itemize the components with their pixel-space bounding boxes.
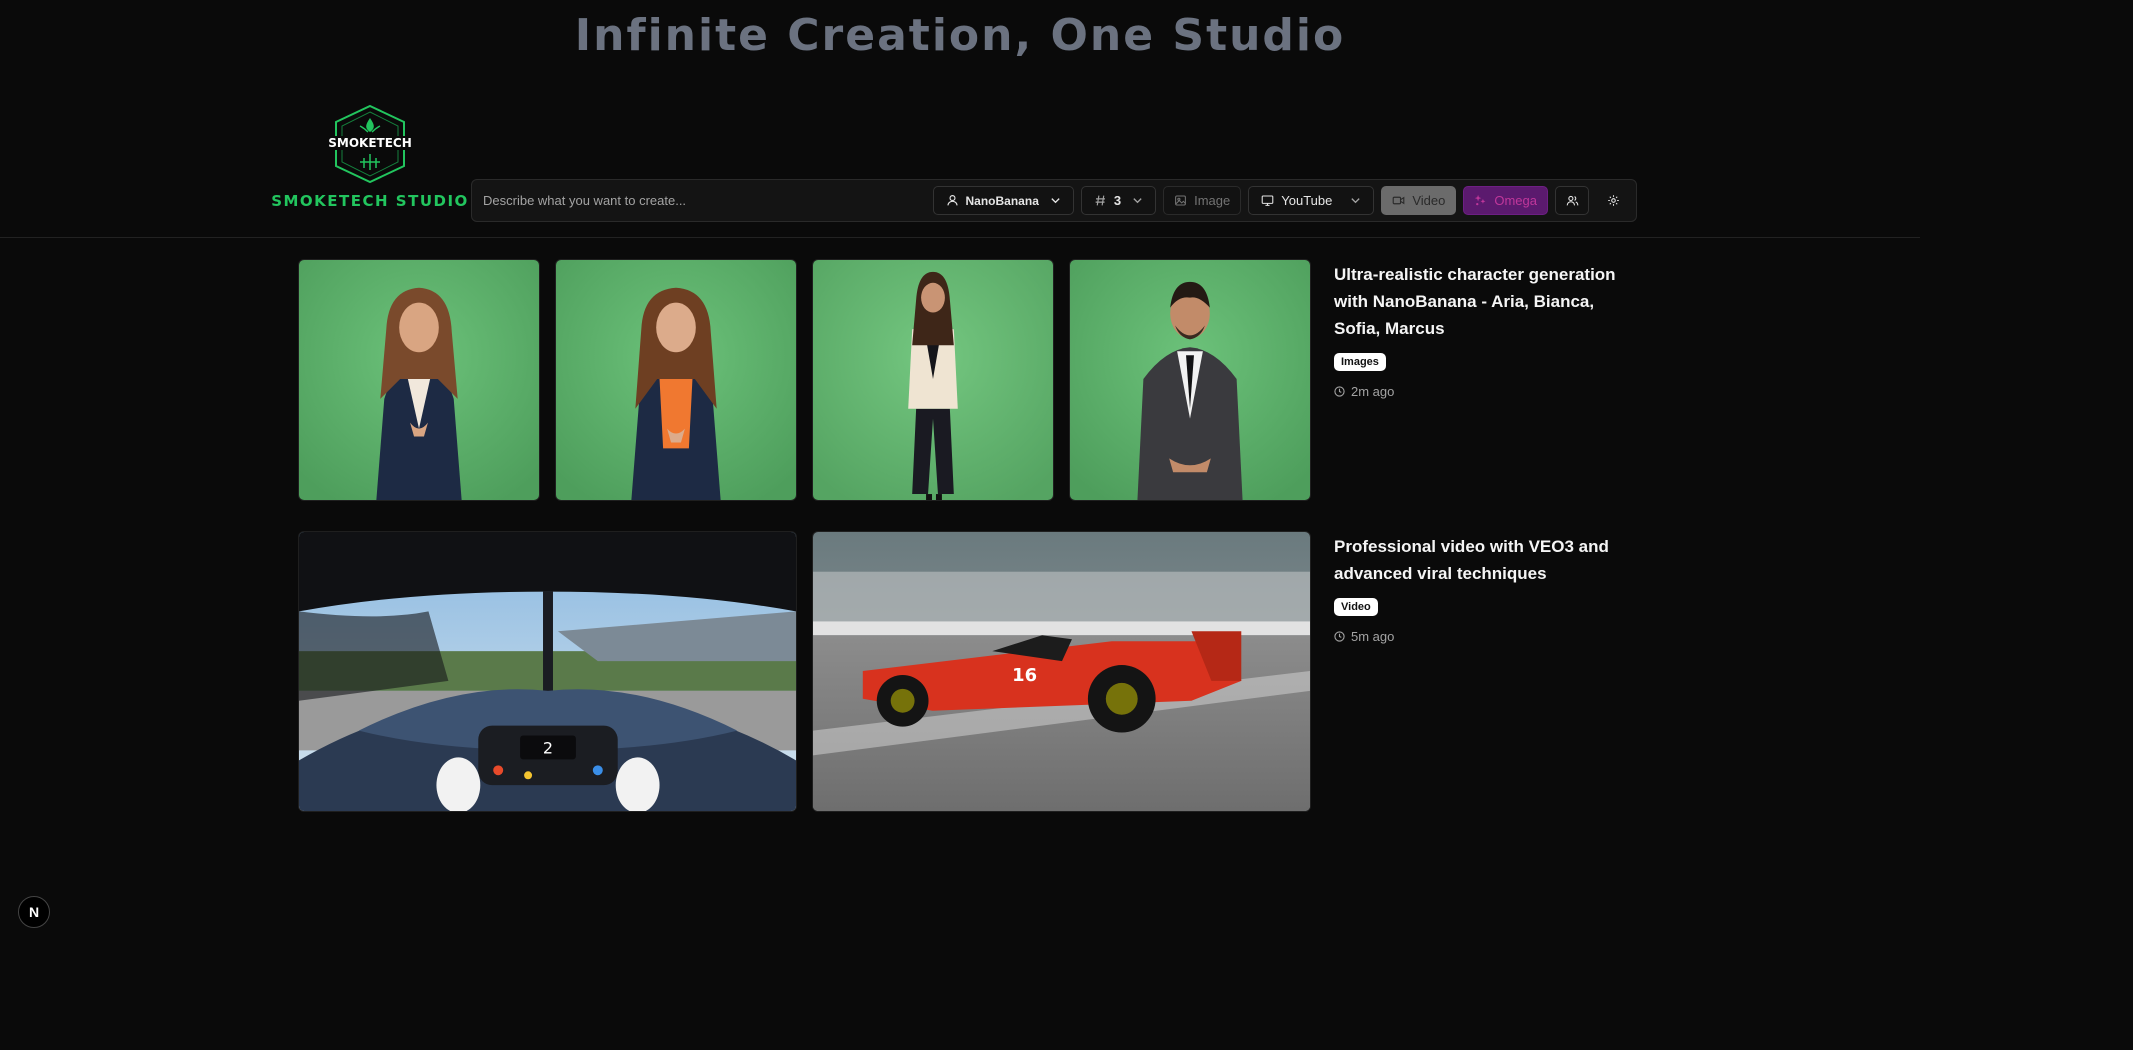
- media-tile[interactable]: 2: [298, 531, 797, 812]
- svg-text:2: 2: [543, 738, 553, 757]
- video-camera-icon: [1392, 196, 1405, 205]
- image-label: Image: [1194, 193, 1231, 208]
- count-select[interactable]: 3: [1080, 186, 1157, 215]
- team-button[interactable]: [1555, 186, 1589, 215]
- media-tile[interactable]: [555, 259, 797, 501]
- omega-mode-button[interactable]: Omega: [1463, 186, 1548, 215]
- video-label: Video: [1412, 193, 1446, 208]
- settings-icon: [1607, 195, 1619, 206]
- media-tile[interactable]: [1069, 259, 1311, 501]
- platform-select[interactable]: YouTube: [1248, 186, 1375, 215]
- svg-text:SMOKETECH: SMOKETECH: [328, 136, 412, 150]
- nextjs-dev-badge[interactable]: N: [18, 896, 50, 928]
- media-tile[interactable]: 16: [812, 531, 1311, 812]
- chevron-down-icon: [1133, 198, 1142, 204]
- post-info: Ultra-realistic character generation wit…: [1334, 259, 1634, 501]
- post-title[interactable]: Ultra-realistic character generation wit…: [1334, 261, 1634, 342]
- chevron-down-icon: [1351, 198, 1360, 204]
- post-info: Professional video with VEO3 and advance…: [1334, 531, 1634, 812]
- create-toolbar: NanoBanana 3 Image YouTube Video Omega: [471, 179, 1637, 222]
- man-grey-suit-image: [1070, 260, 1310, 500]
- media-tile[interactable]: [812, 259, 1054, 501]
- image-icon: [1175, 195, 1187, 206]
- post-timestamp: 5m ago: [1334, 629, 1634, 644]
- users-icon: [1566, 195, 1578, 206]
- creation-feed: Ultra-realistic character generation wit…: [298, 259, 1634, 812]
- woman-cream-blazer-full-body-image: [813, 260, 1053, 500]
- post-title[interactable]: Professional video with VEO3 and advance…: [1334, 533, 1634, 587]
- feed-post: 2 16 Professional video with VEO3 and ad…: [298, 531, 1634, 812]
- count-label: 3: [1113, 193, 1122, 208]
- woman-white-blouse-navy-blazer-image: [299, 260, 539, 500]
- post-time: 5m ago: [1351, 629, 1395, 644]
- red-f1-car-on-track-image: 16: [813, 532, 1310, 811]
- clock-icon: [1334, 631, 1345, 642]
- f1-cockpit-view-image: 2: [299, 532, 796, 811]
- post-time: 2m ago: [1351, 384, 1395, 399]
- media-tile[interactable]: [298, 259, 540, 501]
- brand[interactable]: SMOKETECH SMOKETECH STUDIO: [271, 104, 467, 210]
- model-select[interactable]: NanoBanana: [932, 186, 1074, 215]
- chevron-down-icon: [1051, 198, 1060, 204]
- model-label: NanoBanana: [965, 193, 1039, 208]
- media-type-badge: Images: [1334, 353, 1386, 371]
- woman-orange-top-navy-blazer-image: [556, 260, 796, 500]
- settings-button[interactable]: [1596, 186, 1630, 215]
- user-icon: [946, 195, 958, 206]
- platform-label: YouTube: [1281, 193, 1333, 208]
- hero-title: Infinite Creation, One Studio: [574, 10, 1346, 61]
- hash-icon: [1095, 195, 1105, 206]
- video-mode-button[interactable]: Video: [1381, 186, 1457, 215]
- post-timestamp: 2m ago: [1334, 384, 1634, 399]
- feed-post: Ultra-realistic character generation wit…: [298, 259, 1634, 501]
- omega-label: Omega: [1494, 193, 1537, 208]
- brand-name: SMOKETECH STUDIO: [271, 192, 469, 210]
- monitor-icon: [1261, 195, 1274, 206]
- media-type-badge: Video: [1334, 598, 1378, 616]
- sparkle-icon: [1475, 194, 1486, 206]
- image-mode-button[interactable]: Image: [1163, 186, 1242, 215]
- header-divider: [0, 237, 1920, 238]
- svg-text:16: 16: [1012, 665, 1037, 686]
- clock-icon: [1334, 386, 1345, 397]
- smoketech-logo: SMOKETECH: [328, 104, 412, 184]
- prompt-input[interactable]: [483, 193, 926, 208]
